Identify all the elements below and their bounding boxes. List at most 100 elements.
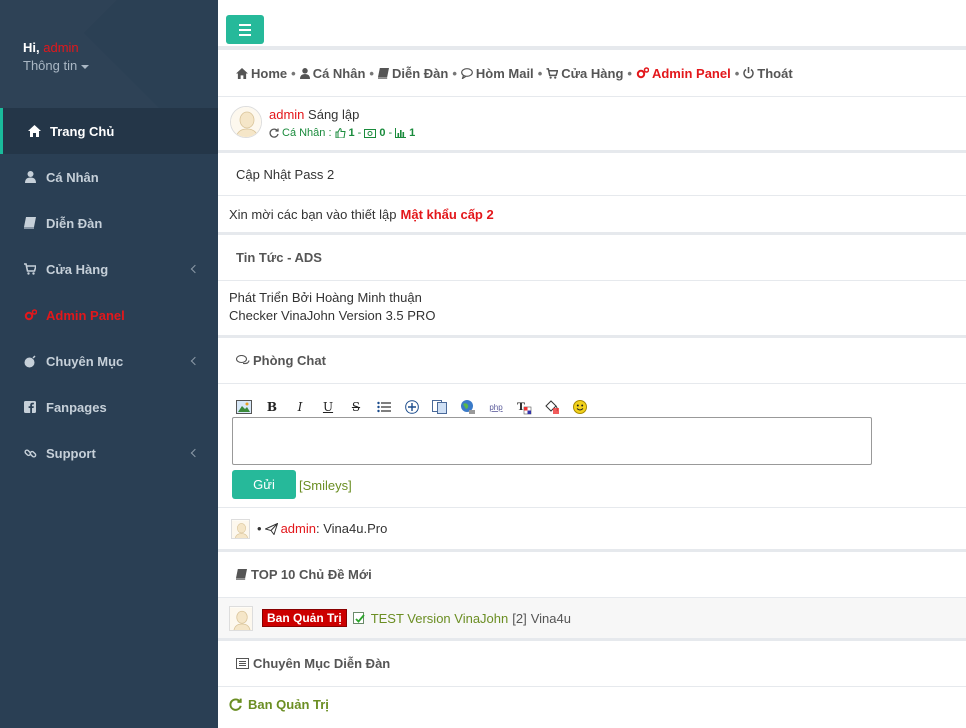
nav-separator: • xyxy=(627,65,632,81)
sidebar-item-support[interactable]: Support xyxy=(0,430,218,476)
svg-text:php: php xyxy=(489,403,503,412)
caret-down-icon xyxy=(81,64,90,69)
bold-icon[interactable]: B xyxy=(263,398,281,416)
update-pass-row: Cập Nhật Pass 2 xyxy=(218,153,966,196)
sidebar-item-forum[interactable]: Diễn Đàn xyxy=(0,200,218,246)
chevron-left-icon xyxy=(190,264,200,274)
sidebar-item-home[interactable]: Trang Chủ xyxy=(0,108,218,154)
document-check-icon xyxy=(352,612,365,624)
categories-header: Chuyên Mục Diễn Đàn xyxy=(218,641,966,687)
user-info-dropdown[interactable]: Thông tin xyxy=(23,58,90,73)
money-icon xyxy=(364,128,377,138)
sidebar-item-admin-panel[interactable]: Admin Panel xyxy=(0,292,218,338)
italic-icon[interactable]: I xyxy=(291,398,309,416)
nav-shop-link[interactable]: Cửa Hàng xyxy=(546,66,623,81)
profile-stats: Cá Nhân : 1 - 0 - 1 xyxy=(269,127,415,139)
news-header: Tin Tức - ADS xyxy=(218,235,966,281)
nav-profile-label: Cá Nhân xyxy=(312,65,366,81)
hamburger-line xyxy=(239,23,251,26)
nav-logout-link[interactable]: Thoát xyxy=(743,66,793,81)
avatar[interactable] xyxy=(231,518,250,539)
book-icon xyxy=(377,67,389,79)
power-icon xyxy=(743,67,754,79)
smileys-link[interactable]: [Smileys] xyxy=(299,478,352,493)
greeting-username: admin xyxy=(43,40,79,55)
sidebar: Hi, admin Thông tin Trang Chủ Cá Nhân Di… xyxy=(0,0,218,728)
hamburger-line xyxy=(239,33,251,36)
strikethrough-icon[interactable]: S xyxy=(347,398,365,416)
user-icon xyxy=(23,170,37,184)
nav-mail-link[interactable]: Hòm Mail xyxy=(460,66,534,81)
nav-separator: • xyxy=(291,65,296,81)
nav-home-link[interactable]: Home xyxy=(236,66,287,81)
sidebar-item-fanpages[interactable]: Fanpages xyxy=(0,384,218,430)
cart-icon xyxy=(546,67,559,79)
chat-toolbar: B I U S php T xyxy=(235,398,589,416)
nav-separator: • xyxy=(369,65,374,81)
refresh-icon xyxy=(269,128,279,138)
topic-count: [2] xyxy=(512,610,527,626)
chat-bullet: • xyxy=(257,521,262,536)
top10-title: TOP 10 Chủ Đề Mới xyxy=(251,567,372,582)
chain-icon xyxy=(23,446,37,460)
text-color-icon[interactable]: T xyxy=(515,398,533,416)
thumbs-up-icon xyxy=(335,128,346,138)
news-body: Phát Triển Bởi Hoàng Minh thuận Checker … xyxy=(218,281,966,338)
invite-row: Xin mời các bạn vào thiết lập Mật khẩu c… xyxy=(218,196,966,235)
list-icon[interactable] xyxy=(375,398,393,416)
category-link[interactable]: Ban Quản Trị xyxy=(248,697,329,712)
chat-message-input[interactable] xyxy=(232,417,872,465)
profile-name: admin Sáng lập xyxy=(269,107,359,122)
underline-icon[interactable]: U xyxy=(319,398,337,416)
stats-dash: - xyxy=(388,127,393,139)
book-icon xyxy=(236,569,247,580)
top10-header: TOP 10 Chủ Đề Mới xyxy=(218,552,966,598)
cogs-icon xyxy=(636,66,649,78)
topic-author[interactable]: Vina4u xyxy=(531,611,571,626)
nav-separator: • xyxy=(452,65,457,81)
menu-toggle-button[interactable] xyxy=(226,15,264,44)
profile-username[interactable]: admin xyxy=(269,107,304,122)
php-code-icon[interactable]: php xyxy=(487,398,505,416)
topic-title-link[interactable]: TEST Version VinaJohn xyxy=(371,611,509,626)
list-alt-icon xyxy=(236,658,249,669)
news-line: Phát Triển Bởi Hoàng Minh thuận xyxy=(229,290,422,305)
smiley-icon[interactable] xyxy=(571,398,589,416)
stat-likes: 1 xyxy=(348,127,355,139)
hamburger-line xyxy=(239,28,251,31)
top-bar xyxy=(218,0,966,50)
copy-icon[interactable] xyxy=(431,398,449,416)
nav-profile-link[interactable]: Cá Nhân xyxy=(299,65,366,81)
chat-username[interactable]: admin xyxy=(281,521,316,536)
category-badge[interactable]: Ban Quản Trị xyxy=(262,609,347,627)
insert-image-icon[interactable] xyxy=(235,398,253,416)
stat-money: 0 xyxy=(379,127,386,139)
main-content: Home • Cá Nhân • Diễn Đàn • Hòm Mail • C… xyxy=(218,0,966,728)
stats-dash: - xyxy=(357,127,362,139)
nav-forum-link[interactable]: Diễn Đàn xyxy=(377,65,449,81)
user-info-label: Thông tin xyxy=(23,58,78,73)
stat-posts: 1 xyxy=(409,127,416,139)
nav-admin-link[interactable]: Admin Panel xyxy=(636,66,731,81)
invite-link[interactable]: Mật khẩu cấp 2 xyxy=(401,207,494,222)
facebook-icon xyxy=(23,400,37,414)
sidebar-item-profile[interactable]: Cá Nhân xyxy=(0,154,218,200)
avatar[interactable] xyxy=(230,106,262,138)
sidebar-item-shop[interactable]: Cửa Hàng xyxy=(0,246,218,292)
sidebar-item-categories[interactable]: Chuyên Mục xyxy=(0,338,218,384)
chat-header: Phòng Chat xyxy=(218,338,966,384)
add-icon[interactable] xyxy=(403,398,421,416)
cart-icon xyxy=(23,262,37,276)
chat-text: : Vina4u.Pro xyxy=(315,521,388,536)
news-line: Checker VinaJohn Version 3.5 PRO xyxy=(229,308,436,323)
globe-link-icon[interactable] xyxy=(459,398,477,416)
comment-icon xyxy=(460,67,473,79)
nav-forum-label: Diễn Đàn xyxy=(391,65,449,81)
sidebar-item-label: Cửa Hàng xyxy=(46,261,109,277)
send-button[interactable]: Gửi xyxy=(232,470,296,499)
background-color-icon[interactable] xyxy=(543,398,561,416)
avatar[interactable] xyxy=(229,605,253,631)
home-icon xyxy=(27,124,41,138)
update-pass-link[interactable]: Cập Nhật Pass 2 xyxy=(236,167,334,182)
home-icon xyxy=(236,67,248,79)
